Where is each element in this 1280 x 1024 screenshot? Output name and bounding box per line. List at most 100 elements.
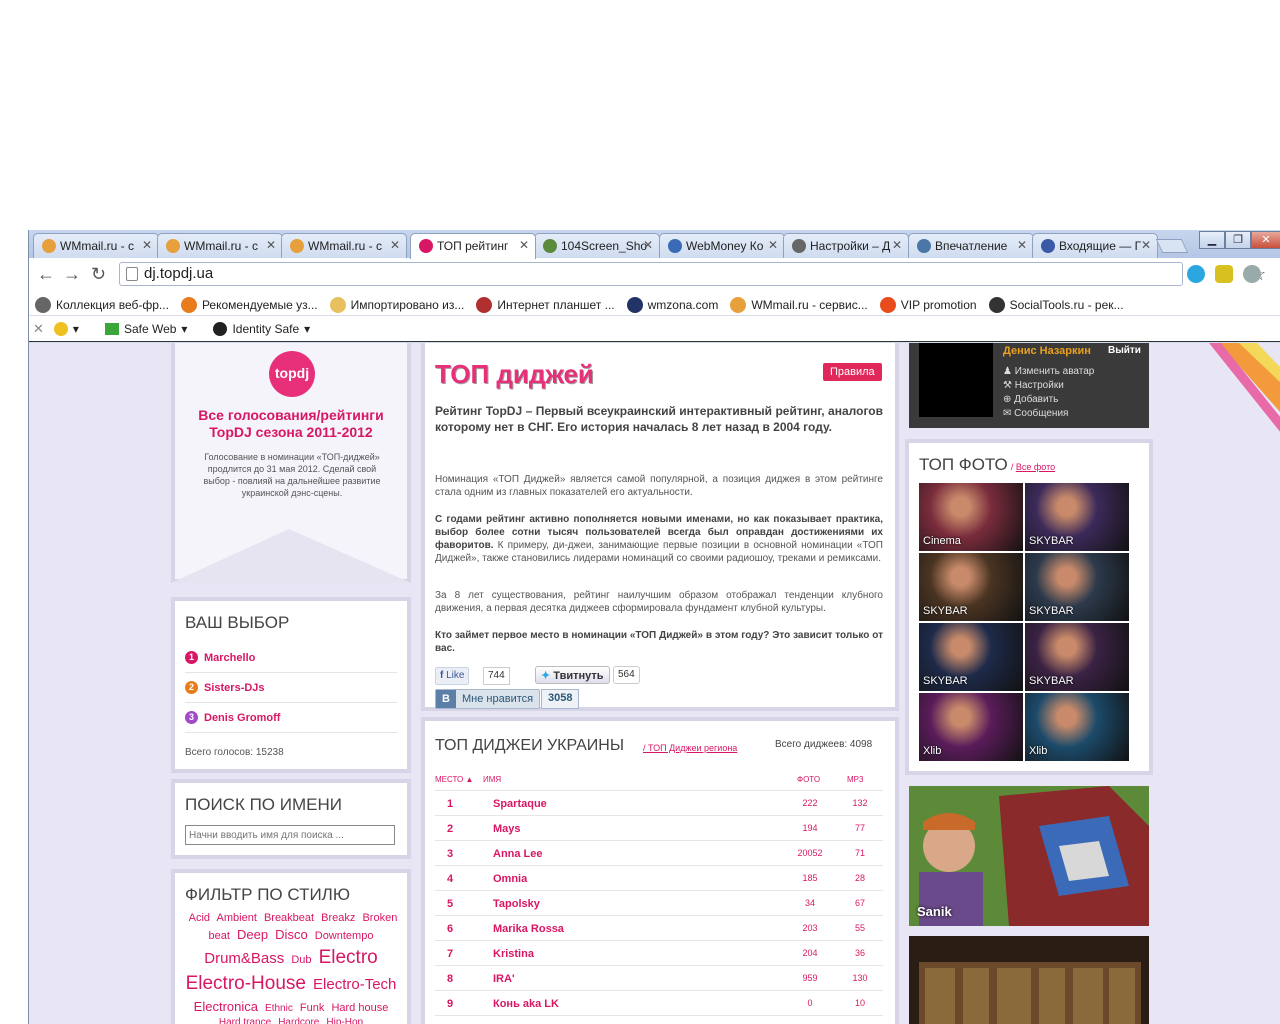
minimize-button[interactable]: ▁ (1199, 231, 1225, 249)
user-menu-item[interactable]: ✉ Сообщения (1003, 407, 1094, 421)
close-tab-icon[interactable]: ✕ (643, 238, 653, 252)
choice-item[interactable]: 2 Sisters-DJs (185, 673, 397, 703)
new-tab-button[interactable] (1155, 239, 1189, 253)
facebook-like-button[interactable]: f Like (435, 667, 470, 685)
row-dj-name[interactable]: Omnia (493, 873, 527, 885)
choice-item[interactable]: 1 Marchello (185, 643, 397, 673)
style-tag[interactable]: Dub (291, 954, 311, 966)
choice-item[interactable]: 3 Denis Gromoff (185, 703, 397, 733)
browser-tab[interactable]: 104Screen_Sho ✕ (534, 233, 660, 258)
skype-icon[interactable] (1187, 265, 1205, 283)
photo-column-header[interactable]: ФОТО (797, 775, 820, 784)
photo-thumbnail[interactable]: Xlib (919, 693, 1023, 761)
address-bar[interactable]: dj.topdj.ua ☆ (119, 262, 1266, 286)
logout-link[interactable]: Выйти (1108, 345, 1141, 356)
style-tag[interactable]: Electronica (194, 999, 258, 1014)
browser-tab[interactable]: Впечатление ✕ (908, 233, 1034, 258)
row-dj-name[interactable]: Mays (493, 823, 521, 835)
name-search-input[interactable] (185, 825, 395, 845)
user-menu-item[interactable]: ⊕ Добавить (1003, 393, 1094, 407)
user-menu-item[interactable]: ⚒ Настройки (1003, 379, 1094, 393)
bookmark-item[interactable]: Рекомендуемые уз... (180, 294, 318, 315)
bookmark-item[interactable]: VIP promotion (879, 294, 977, 315)
browser-tab[interactable]: WMmail.ru - с ✕ (33, 233, 159, 258)
mp3-column-header[interactable]: MP3 (847, 775, 863, 784)
close-tab-icon[interactable]: ✕ (390, 238, 400, 252)
photo-thumbnail[interactable]: Xlib (1025, 693, 1129, 761)
row-dj-name[interactable]: Tapolsky (493, 898, 540, 910)
close-tab-icon[interactable]: ✕ (892, 238, 902, 252)
style-tag[interactable]: Breakz (321, 912, 355, 924)
all-photos-link[interactable]: Все фото (1016, 462, 1055, 472)
avatar[interactable] (919, 343, 993, 417)
close-tab-icon[interactable]: ✕ (142, 238, 152, 252)
promo-title[interactable]: Все голосования/рейтинги TopDJ сезона 20… (183, 407, 399, 441)
photo-thumbnail[interactable]: Cinema (919, 483, 1023, 551)
region-ranking-link[interactable]: / ТОП Диджеи региона (643, 743, 737, 753)
norton-check-icon[interactable] (1215, 265, 1233, 283)
close-tab-icon[interactable]: ✕ (1141, 238, 1151, 252)
reload-icon[interactable]: ↻ (91, 264, 106, 285)
photo-thumbnail[interactable]: SKYBAR (1025, 623, 1129, 691)
user-name[interactable]: Денис Назаркин (1003, 345, 1091, 357)
bookmark-item[interactable]: wmzona.com (626, 294, 718, 315)
browser-tab[interactable]: WMmail.ru - с ✕ (281, 233, 407, 258)
browser-tab[interactable]: ТОП рейтинг ✕ (410, 233, 536, 259)
close-toolbar-icon[interactable]: ✕ (33, 321, 44, 337)
norton-menu[interactable]: ▾ (53, 321, 79, 336)
style-tag[interactable]: Disco (275, 927, 308, 942)
user-menu-item[interactable]: ♟ Изменить аватар (1003, 365, 1094, 379)
row-dj-name[interactable]: Конь aka LK (493, 998, 559, 1010)
row-dj-name[interactable]: Kristina (493, 948, 534, 960)
browser-tab[interactable]: WMmail.ru - с ✕ (157, 233, 283, 258)
tweet-button[interactable]: ✦ Твитнуть (535, 666, 610, 684)
table-row[interactable]: 4 Omnia 185 28 (435, 866, 883, 891)
browser-tab[interactable]: Настройки – Д ✕ (783, 233, 909, 258)
maximize-button[interactable]: ❐ (1225, 231, 1251, 249)
name-column-header[interactable]: ИМЯ (483, 775, 501, 784)
row-dj-name[interactable]: IRA' (493, 973, 515, 985)
promo-banner[interactable] (909, 936, 1149, 1024)
topdj-logo[interactable]: topdj (269, 351, 315, 397)
table-row[interactable]: 2 Mays 194 77 (435, 816, 883, 841)
browser-tab[interactable]: Входящие — Г ✕ (1032, 233, 1158, 258)
bookmark-item[interactable]: SocialTools.ru - рек... (988, 294, 1124, 315)
photo-thumbnail[interactable]: SKYBAR (1025, 553, 1129, 621)
rules-button[interactable]: Правила (823, 363, 882, 381)
bookmark-item[interactable]: WMmail.ru - сервис... (730, 294, 868, 315)
close-window-button[interactable]: ✕ (1251, 231, 1280, 249)
close-tab-icon[interactable]: ✕ (768, 238, 778, 252)
style-tag[interactable]: Deep (237, 927, 268, 942)
place-column-header[interactable]: МЕСТО ▲ (435, 775, 473, 784)
safe-web-menu[interactable]: Safe Web ▾ (104, 322, 187, 336)
row-dj-name[interactable]: Anna Lee (493, 848, 543, 860)
bookmark-item[interactable]: Коллекция веб-фр... (35, 294, 169, 315)
style-tag[interactable]: Breakbeat (264, 912, 314, 924)
style-tag[interactable]: Hard trance (219, 1017, 271, 1024)
table-row[interactable]: 1 Spartaque 222 132 (435, 791, 883, 816)
style-tag[interactable]: Hard house (331, 1002, 388, 1014)
style-tag[interactable]: Electro-House (186, 973, 306, 994)
table-row[interactable]: 6 Marika Rossa 203 55 (435, 916, 883, 941)
close-tab-icon[interactable]: ✕ (1017, 238, 1027, 252)
globe-icon[interactable] (1243, 265, 1261, 283)
dj-banner[interactable]: Sanik (909, 786, 1149, 926)
row-dj-name[interactable]: Spartaque (493, 798, 547, 810)
style-tag[interactable]: Downtempo (315, 930, 374, 942)
style-tag[interactable]: Electro-Tech (313, 976, 396, 993)
back-icon[interactable]: ← (37, 264, 55, 285)
forward-icon[interactable]: → (63, 264, 81, 285)
photo-thumbnail[interactable]: SKYBAR (919, 553, 1023, 621)
table-row[interactable]: 3 Anna Lee 20052 71 (435, 841, 883, 866)
bookmark-item[interactable]: Импортировано из... (329, 294, 464, 315)
style-tag[interactable]: Ethnic (265, 1003, 293, 1014)
style-tag[interactable]: Ambient (217, 912, 257, 924)
table-row[interactable]: 9 Конь aka LK 0 10 (435, 991, 883, 1016)
style-tag[interactable]: Funk (300, 1002, 324, 1014)
bookmark-item[interactable]: Интернет планшет ... (476, 294, 615, 315)
style-tag[interactable]: Hip-Hop (326, 1017, 363, 1024)
style-tag[interactable]: Acid (189, 912, 210, 924)
vk-like-button[interactable]: B Мне нравится (435, 689, 541, 709)
close-tab-icon[interactable]: ✕ (266, 238, 276, 252)
close-tab-icon[interactable]: ✕ (519, 238, 529, 252)
